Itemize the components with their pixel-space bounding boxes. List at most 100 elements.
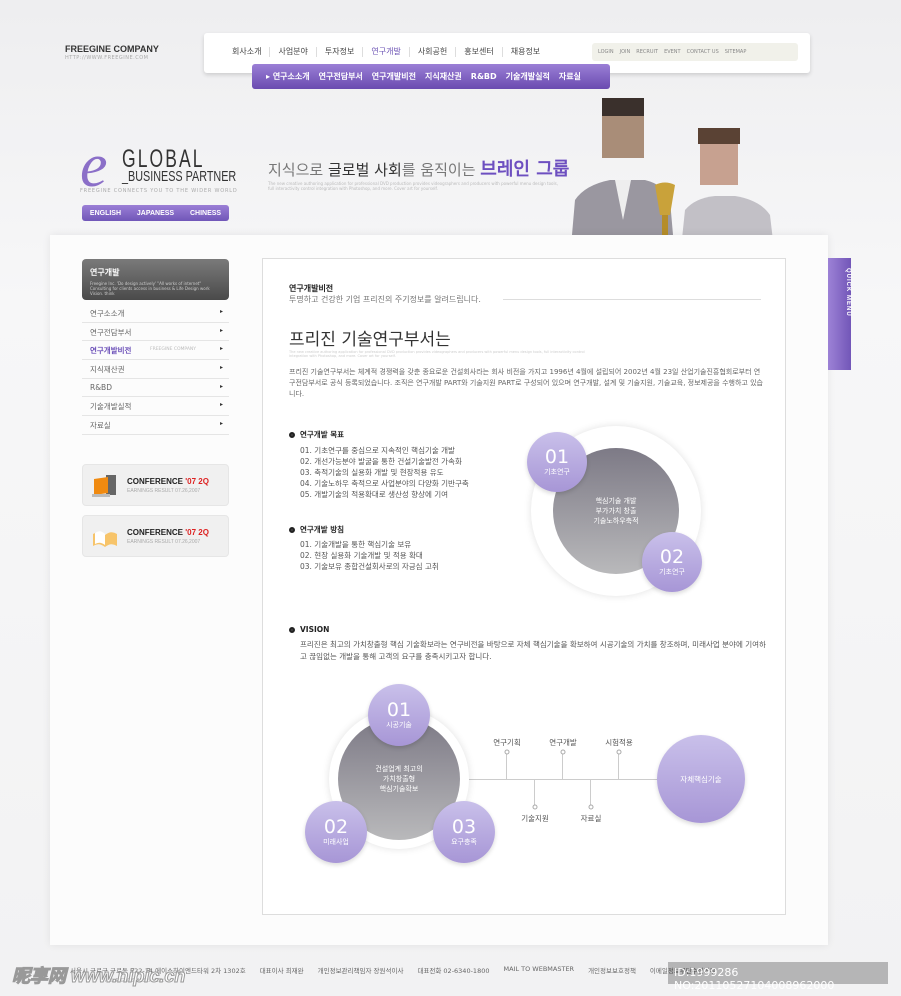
sidebar-subtitle: Freegine Inc. 'Do design actively' "All …	[90, 281, 210, 296]
logo-business: _BUSINESS PARTNER	[122, 168, 237, 185]
step-label: 시험적용	[605, 738, 633, 747]
sub-nav-item[interactable]: 자료실	[559, 71, 581, 82]
lang-chinese[interactable]: CHINESS	[190, 210, 221, 217]
divider	[503, 299, 761, 300]
footer-phone: 대표전화 02-6340-1800	[417, 967, 490, 975]
chevron-right-icon: ▸	[219, 420, 223, 428]
sub-nav-item[interactable]: 지식재산권	[425, 71, 462, 82]
sidebar-item[interactable]: R&BD ▸	[82, 379, 229, 398]
chevron-right-icon: ▸	[219, 364, 223, 372]
nav-item[interactable]: 투자정보	[317, 47, 364, 57]
nav-item[interactable]: 채용정보	[503, 47, 548, 57]
list-item: 04. 기술노하우 축적으로 사업분야의 다양화 기반구축	[300, 479, 469, 488]
chevron-right-icon: ▸	[219, 326, 223, 334]
connector	[590, 779, 591, 807]
section-subtitle: 연구개발비전	[289, 284, 334, 293]
lang-japanese[interactable]: JAPANESS	[137, 210, 174, 217]
sitemap-link[interactable]: SITEMAP	[725, 49, 747, 55]
step-label: 기술지원	[521, 814, 549, 823]
business-people-image	[570, 98, 775, 258]
sidebar-item[interactable]: 자료실 ▸	[82, 416, 229, 435]
sidebar-header: 연구개발 Freegine Inc. 'Do design actively' …	[82, 259, 229, 300]
sidebar-item[interactable]: 연구전담부서 ▸	[82, 323, 229, 342]
sidebar-item[interactable]: 연구소소개 ▸	[82, 304, 229, 323]
node-dot	[532, 804, 538, 810]
brand-name[interactable]: FREEGINE COMPANY	[65, 44, 159, 54]
badge-02: 02 미래사업	[305, 801, 367, 863]
footer-privacy-officer: 개인정보관리책임자 장원석이사	[317, 967, 404, 975]
step-label: 자료실	[580, 814, 602, 823]
nav-item[interactable]: 사회공헌	[410, 47, 457, 57]
lang-english[interactable]: ENGLISH	[90, 210, 121, 217]
sub-nav-item[interactable]: R&BD	[471, 72, 497, 81]
join-link[interactable]: JOIN	[620, 49, 631, 55]
connector	[506, 752, 507, 779]
slogan-subtext: The new creative authoring application f…	[268, 181, 558, 191]
nav-items: 회사소개 사업분야 투자정보 연구개발 사회공헌 홍보센터 채용정보	[224, 47, 548, 57]
section-description: 투명하고 건강한 기업 프리진의 주기정보를 알려드립니다.	[289, 295, 481, 304]
list-item: 02. 개선가능분야 발굴을 통한 건설기술발전 가속화	[300, 457, 462, 466]
badge-03: 03 요구충족	[433, 801, 495, 863]
recruit-link[interactable]: RECRUIT	[636, 49, 658, 55]
watermark-id: ID:1999286 NO:20110527104008962000	[668, 962, 888, 992]
chevron-right-icon: ▸	[219, 308, 223, 315]
mail-to-webmaster-link[interactable]: MAIL TO WEBMASTER	[503, 965, 574, 975]
title-subtext: The new creative authoring application f…	[289, 350, 585, 358]
connector	[562, 752, 563, 779]
conference-banner[interactable]: CONFERENCE '07 2Q EARNINGS RESULT 07.26,…	[82, 464, 229, 506]
goal-circle: 자체핵심기술	[657, 735, 745, 823]
badge-02: 02 기초연구	[642, 532, 702, 592]
step-label: 연구개발	[549, 738, 577, 747]
watermark-logo: 昵享网 www.nipic.cn	[11, 966, 186, 987]
vision-text: 프리진은 최고의 가치창출형 핵심 기술확보라는 연구비전을 바탕으로 자체 핵…	[300, 640, 766, 661]
utility-links: LOGIN JOIN RECRUIT EVENT CONTACT US SITE…	[592, 43, 798, 61]
connector	[534, 779, 535, 807]
list-item: 01. 기초연구를 중심으로 지속적인 핵심기술 개발	[300, 446, 455, 455]
policy-list: 01. 기술개발을 통한 핵심기술 보유 02. 현장 실용화 기술개발 및 적…	[300, 539, 439, 572]
page-title: 프리진 기술연구부서는	[289, 330, 451, 350]
contact-link[interactable]: CONTACT US	[687, 49, 719, 55]
list-item: 05. 개발기술의 적용확대로 생산성 향상에 기여	[300, 490, 449, 499]
node-dot	[616, 749, 622, 755]
chevron-right-icon: ▸	[219, 382, 223, 390]
event-link[interactable]: EVENT	[664, 49, 681, 55]
sidebar-title: 연구개발	[90, 268, 120, 277]
logo-tagline: FREEGINE CONNECTS YOU TO THE WIDER WORLD	[80, 188, 238, 194]
nav-item[interactable]: 회사소개	[224, 47, 271, 57]
sidebar-item-active[interactable]: 연구개발비전 FREEGINE COMPANY ▸	[82, 341, 229, 361]
vision-heading: VISION	[289, 625, 329, 634]
privacy-policy-link[interactable]: 개인정보보호정책	[588, 965, 636, 975]
chevron-right-icon: ▸	[219, 401, 223, 409]
node-dot	[504, 749, 510, 755]
connector	[618, 752, 619, 779]
badge-01: 01 기초연구	[527, 432, 587, 492]
brand-url: HTTP://WWW.FREEGINE.COM	[65, 55, 149, 61]
sidebar-item[interactable]: 지식재산권 ▸	[82, 360, 229, 379]
node-dot	[560, 749, 566, 755]
list-item: 02. 현장 실용화 기술개발 및 적용 확대	[300, 551, 423, 560]
chevron-right-icon: ▸	[219, 345, 223, 353]
step-label: 연구기획	[493, 738, 521, 747]
nav-item-active[interactable]: 연구개발	[363, 47, 410, 57]
sidebar-item[interactable]: 기술개발실적 ▸	[82, 397, 229, 417]
sub-nav-item[interactable]: ▸ 연구소소개	[266, 71, 310, 82]
footer-ceo: 대표이사 최재완	[259, 967, 304, 975]
sub-nav-item[interactable]: 연구전담부서	[319, 71, 363, 82]
conference-banner[interactable]: CONFERENCE '07 2Q EARNINGS RESULT 07.26,…	[82, 515, 229, 557]
goal-list: 01. 기초연구를 중심으로 지속적인 핵심기술 개발 02. 개선가능분야 발…	[300, 445, 469, 500]
list-item: 03. 기술보유 종합건설회사로의 자긍심 고취	[300, 562, 439, 571]
badge-01: 01 시공기술	[368, 684, 430, 746]
login-link[interactable]: LOGIN	[598, 49, 614, 55]
sub-nav-item[interactable]: 연구개발비전	[372, 71, 416, 82]
intro-text: 프리진 기술연구부서는 체계적 경쟁력을 갖춘 종요로운 건설회사라는 회사 비…	[289, 368, 763, 398]
list-item: 01. 기술개발을 통한 핵심기술 보유	[300, 540, 412, 549]
slogan: 지식으로 글로벌 사회를 움직이는 브레인 그룹	[268, 159, 570, 180]
quick-menu-tab[interactable]: QUICK MENU	[828, 258, 851, 370]
nav-item[interactable]: 사업분야	[270, 47, 317, 57]
content-panel: 연구개발비전 투명하고 건강한 기업 프리진의 주기정보를 알려드립니다. 프리…	[262, 258, 786, 915]
nav-item[interactable]: 홍보센터	[456, 47, 503, 57]
sub-nav: ▸ 연구소소개 연구전담부서 연구개발비전 지식재산권 R&BD 기술개발실적 …	[252, 64, 610, 89]
language-bar: ENGLISH JAPANESS CHINESS	[82, 205, 229, 221]
node-dot	[588, 804, 594, 810]
sub-nav-item[interactable]: 기술개발실적	[506, 71, 550, 82]
